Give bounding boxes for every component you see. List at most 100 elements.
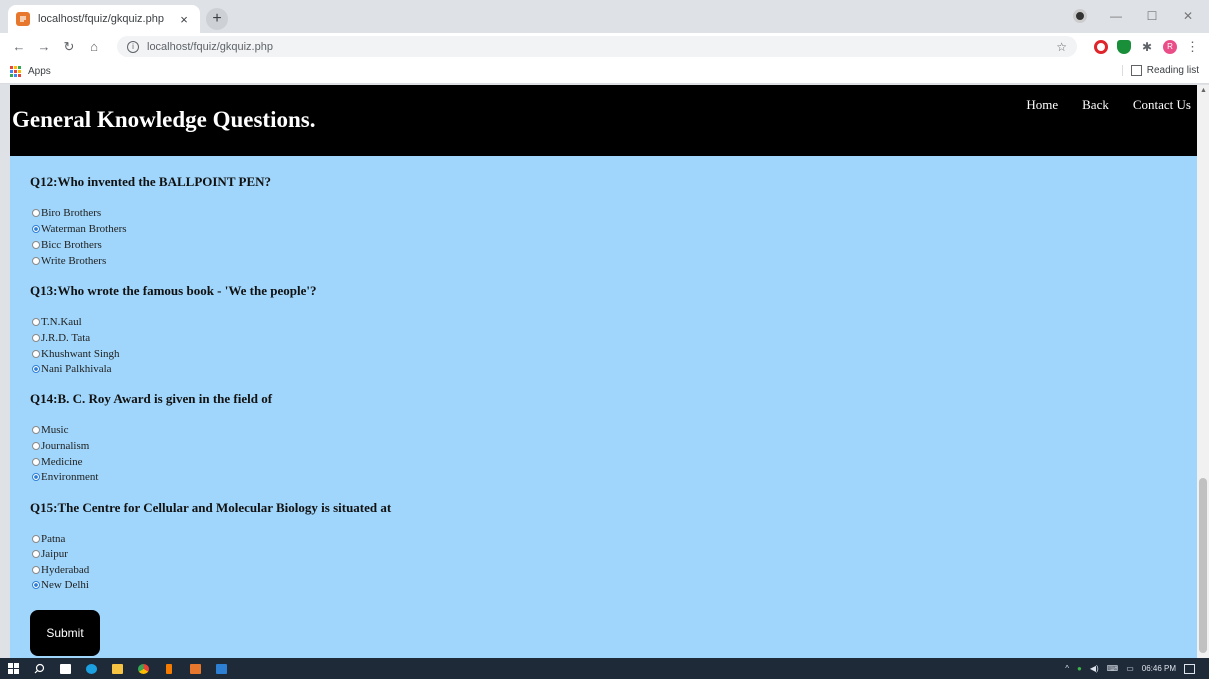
radio-button[interactable] — [32, 256, 40, 265]
radio-button[interactable] — [32, 549, 40, 558]
back-arrow-icon[interactable]: ← — [8, 36, 30, 58]
radio-button[interactable] — [32, 333, 40, 342]
network-icon[interactable]: ● — [1077, 664, 1082, 673]
answer-option[interactable]: Patna — [32, 531, 65, 546]
browser-toolbar: ← → ↻ ⌂ i localhost/fquiz/gkquiz.php ☆ ✱… — [0, 33, 1209, 60]
chevron-up-icon[interactable]: ^ — [1065, 664, 1069, 673]
option-label: Patna — [41, 532, 66, 545]
shield-extension-icon[interactable] — [1117, 39, 1131, 54]
answer-option[interactable]: Biro Brothers — [32, 205, 101, 220]
answer-option[interactable]: Khushwant Singh — [32, 346, 120, 361]
clock[interactable]: 06:46 PM — [1142, 664, 1176, 673]
notification-icon[interactable] — [1184, 663, 1195, 674]
page-viewport: General Knowledge Questions. Home Back C… — [10, 85, 1197, 658]
nav-contact-link[interactable]: Contact Us — [1133, 97, 1191, 113]
app-blue-icon[interactable] — [208, 658, 234, 679]
radio-button[interactable] — [32, 441, 40, 450]
address-url[interactable]: localhost/fquiz/gkquiz.php — [147, 41, 1056, 53]
radio-button[interactable] — [32, 580, 40, 589]
tab-close-icon[interactable]: × — [176, 12, 192, 27]
answer-option[interactable]: Write Brothers — [32, 253, 106, 268]
answer-option[interactable]: Jaipur — [32, 546, 68, 561]
option-label: Nani Palkhivala — [41, 362, 112, 375]
window-controls: — ☐ ✕ — [1067, 6, 1201, 26]
radio-button[interactable] — [32, 349, 40, 358]
info-icon[interactable]: i — [127, 40, 139, 53]
submit-button[interactable]: Submit — [30, 610, 100, 656]
answer-option[interactable]: J.R.D. Tata — [32, 330, 90, 345]
windows-start-icon[interactable] — [0, 658, 26, 679]
answer-option[interactable]: Journalism — [32, 438, 89, 453]
browser-tab[interactable]: localhost/fquiz/gkquiz.php × — [8, 5, 200, 33]
answer-option[interactable]: Waterman Brothers — [32, 221, 127, 236]
radio-button[interactable] — [32, 425, 40, 434]
reading-list-icon — [1130, 65, 1142, 76]
reading-list-button[interactable]: Reading list — [1121, 65, 1199, 76]
radio-button[interactable] — [32, 364, 40, 373]
answer-option[interactable]: New Delhi — [32, 577, 89, 592]
radio-button[interactable] — [32, 317, 40, 326]
site-header: General Knowledge Questions. Home Back C… — [10, 85, 1197, 156]
maximize-button[interactable]: ☐ — [1139, 6, 1165, 26]
option-label: Waterman Brothers — [41, 222, 127, 235]
radio-button[interactable] — [32, 472, 40, 481]
extension-icons: ✱ R ⋮ — [1094, 36, 1199, 57]
browser-menu-icon[interactable]: ⋮ — [1186, 39, 1199, 55]
home-icon[interactable]: ⌂ — [83, 36, 105, 58]
question-title: Q14:B. C. Roy Award is given in the fiel… — [30, 391, 273, 406]
answer-option[interactable]: Bicc Brothers — [32, 237, 102, 252]
radio-button[interactable] — [32, 457, 40, 466]
radio-button[interactable] — [32, 534, 40, 543]
extensions-puzzle-icon[interactable]: ✱ — [1140, 40, 1154, 54]
bookmark-star-icon[interactable]: ☆ — [1056, 40, 1067, 54]
page-scrollbar[interactable]: ▲ — [1197, 85, 1209, 658]
option-label: New Delhi — [41, 578, 89, 591]
radio-button[interactable] — [32, 208, 40, 217]
answer-option[interactable]: Environment — [32, 469, 98, 484]
answer-option[interactable]: Music — [32, 422, 69, 437]
edge-icon[interactable] — [78, 658, 104, 679]
tab-title: localhost/fquiz/gkquiz.php — [38, 13, 164, 25]
profile-avatar[interactable]: R — [1163, 39, 1177, 54]
option-label: Hyderabad — [41, 563, 90, 576]
scroll-up-arrow-icon[interactable]: ▲ — [1200, 87, 1207, 94]
answer-option[interactable]: Nani Palkhivala — [32, 361, 112, 376]
xampp-icon[interactable] — [156, 658, 182, 679]
apps-bookmark[interactable]: Apps — [28, 66, 51, 77]
store-icon[interactable] — [52, 658, 78, 679]
xampp-favicon-icon — [16, 12, 30, 26]
new-tab-button[interactable]: + — [206, 8, 228, 30]
chrome-icon[interactable] — [130, 658, 156, 679]
app-icon[interactable] — [182, 658, 208, 679]
file-explorer-icon[interactable] — [104, 658, 130, 679]
browser-tab-bar: localhost/fquiz/gkquiz.php × + — ☐ ✕ — [0, 0, 1209, 33]
volume-icon[interactable]: ◀) — [1090, 664, 1099, 673]
answer-option[interactable]: Medicine — [32, 454, 83, 469]
recording-icon — [1067, 6, 1093, 26]
minimize-button[interactable]: — — [1103, 6, 1129, 26]
forward-arrow-icon[interactable]: → — [33, 36, 55, 58]
battery-icon[interactable]: ▭ — [1126, 664, 1134, 673]
nav-back-link[interactable]: Back — [1082, 97, 1109, 113]
answer-option[interactable]: Hyderabad — [32, 562, 89, 577]
scrollbar-thumb[interactable] — [1199, 478, 1207, 653]
reading-list-label: Reading list — [1146, 65, 1199, 76]
page-title: General Knowledge Questions. — [12, 107, 316, 132]
bookmarks-bar: Apps Reading list — [0, 60, 1209, 84]
search-icon[interactable] — [26, 658, 52, 679]
option-label: T.N.Kaul — [41, 315, 82, 328]
radio-button[interactable] — [32, 565, 40, 574]
address-bar[interactable]: i localhost/fquiz/gkquiz.php ☆ — [117, 36, 1077, 57]
nav-home-link[interactable]: Home — [1026, 97, 1058, 113]
answer-option[interactable]: T.N.Kaul — [32, 314, 82, 329]
apps-grid-icon[interactable] — [10, 65, 22, 78]
windows-taskbar: ^ ● ◀) ⌨ ▭ 06:46 PM — [0, 658, 1209, 679]
close-window-button[interactable]: ✕ — [1175, 6, 1201, 26]
radio-button[interactable] — [32, 240, 40, 249]
option-label: Medicine — [41, 455, 83, 468]
opera-extension-icon[interactable] — [1094, 39, 1108, 54]
option-label: Bicc Brothers — [41, 238, 102, 251]
reload-icon[interactable]: ↻ — [58, 36, 80, 58]
language-icon[interactable]: ⌨ — [1107, 664, 1119, 673]
radio-button[interactable] — [32, 224, 40, 233]
